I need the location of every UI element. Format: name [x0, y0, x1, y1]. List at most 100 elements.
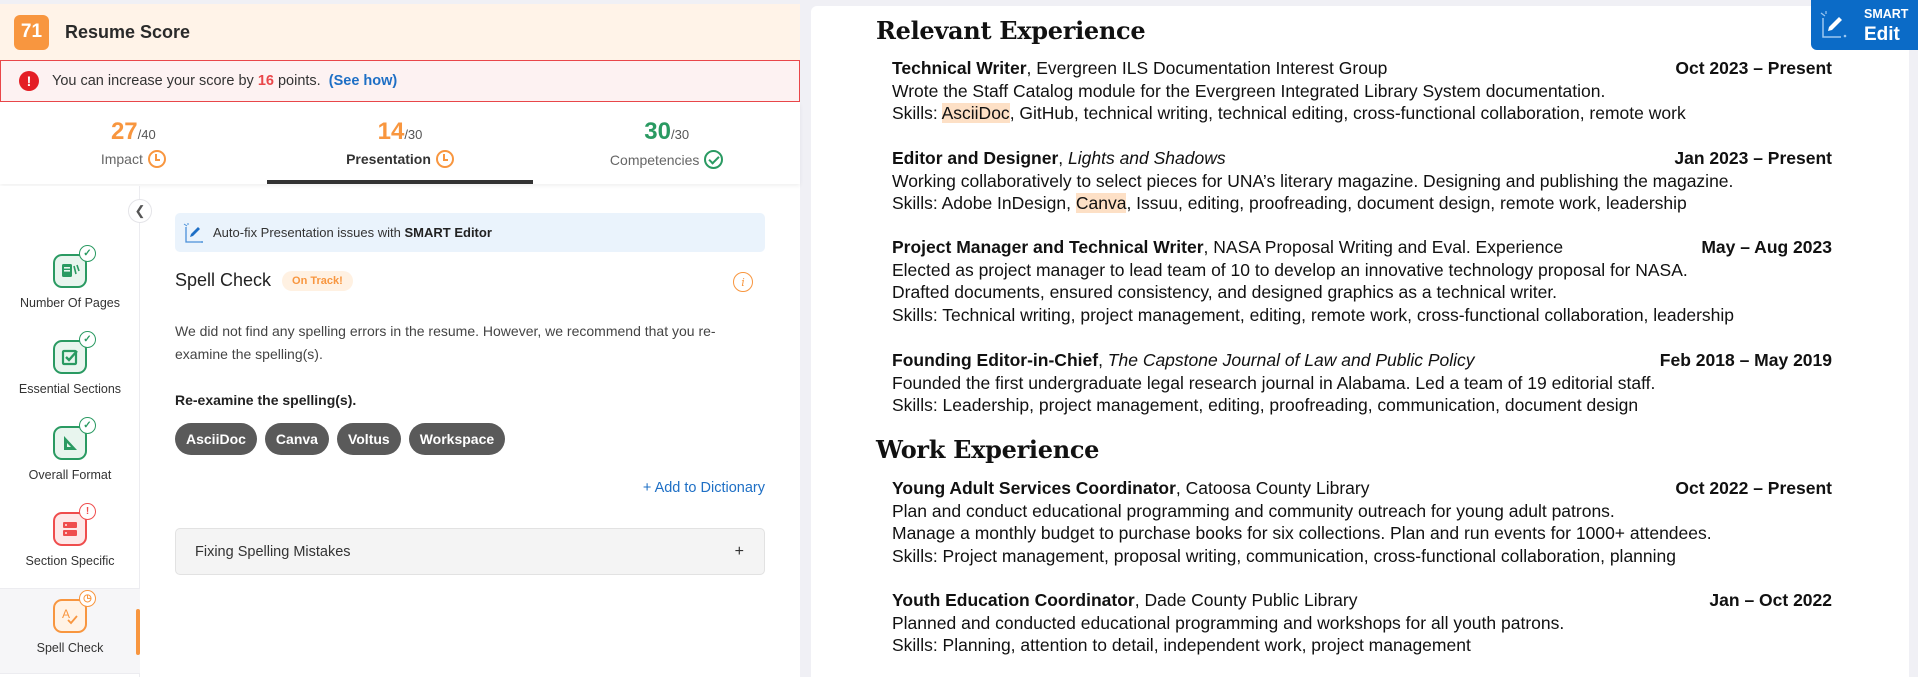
section-title: Spell Check On Track!: [175, 270, 353, 291]
entry-org-italic: The Capstone Journal of Law and Public P…: [1107, 350, 1475, 370]
entry-line: Plan and conduct educational programming…: [892, 500, 1615, 521]
check-circle-icon: [704, 150, 724, 169]
sidebar-item-essential-sections[interactable]: ✓ Essential Sections: [0, 331, 140, 426]
sidebar-item-section-specific[interactable]: ! Section Specific: [0, 503, 140, 598]
see-how-link[interactable]: (See how): [329, 73, 397, 89]
alert-text: You can increase your score by 16 points…: [52, 73, 397, 89]
fixing-spelling-accordion[interactable]: Fixing Spelling Mistakes +: [175, 528, 765, 575]
check-icon: ✓: [79, 417, 96, 434]
smart-editor-banner[interactable]: Auto-fix Presentation issues with SMART …: [175, 213, 765, 252]
resume-entry: Youth Education Coordinator, Dade County…: [892, 589, 1832, 657]
tab-label: Competencies: [609, 151, 700, 168]
alert-points: 16: [257, 73, 274, 89]
entry-line: Working collaboratively to select pieces…: [892, 170, 1734, 191]
check-sidebar: ❮ ✓ Number Of Pages ✓ Essential Sections…: [0, 186, 152, 677]
highlighted-word[interactable]: Canva: [1075, 193, 1127, 213]
word-chip[interactable]: AsciiDoc: [175, 423, 257, 455]
entry-line: Manage a monthly budget to purchase book…: [892, 523, 1712, 543]
entry-org: ,: [1098, 350, 1108, 370]
clock-icon: [147, 150, 166, 168]
skills-rest: , GitHub, technical writing, technical e…: [1009, 103, 1686, 123]
entry-org: ,: [1058, 148, 1069, 168]
entry-org: , Evergreen ILS Documentation Interest G…: [1026, 58, 1388, 78]
entry-date: Jan – Oct 2022: [1709, 590, 1832, 610]
chevron-left-icon[interactable]: ❮: [128, 199, 152, 223]
sidebar-item-label: Overall Format: [28, 468, 112, 482]
word-chip[interactable]: Voltus: [336, 423, 401, 455]
heading-relevant-experience: Relevant Experience: [876, 16, 1146, 45]
resume-entry: Project Manager and Technical Writer, NA…: [892, 236, 1832, 326]
entry-role: Founding Editor-in-Chief: [892, 350, 1099, 370]
heading-work-experience: Work Experience: [876, 435, 1100, 464]
sidebar-item-label: Section Specific: [25, 554, 115, 568]
presentation-score: 14: [377, 118, 405, 145]
entry-role: Technical Writer: [892, 58, 1027, 78]
sidebar-item-number-of-pages[interactable]: ✓ Number Of Pages: [0, 245, 140, 340]
sidebar-item-label: Spell Check: [36, 641, 104, 655]
entry-org: , NASA Proposal Writing and Eval. Experi…: [1203, 237, 1564, 257]
add-to-dictionary-link[interactable]: + Add to Dictionary: [643, 480, 765, 496]
entry-role: Editor and Designer: [892, 148, 1059, 168]
resume-entry: Founding Editor-in-Chief, The Capstone J…: [892, 349, 1832, 417]
clock-icon: [435, 150, 454, 168]
clock-icon: ◷: [79, 590, 96, 607]
alert-text-before: You can increase your score by: [52, 73, 254, 89]
smart-label: SMART: [1864, 7, 1909, 21]
entry-role: Project Manager and Technical Writer: [892, 237, 1204, 257]
entry-line: Planned and conducted educational progra…: [892, 612, 1565, 633]
tab-presentation[interactable]: 14/30 Presentation: [266, 102, 534, 184]
banner-text: Auto-fix Presentation issues with SMART …: [213, 225, 492, 240]
entry-line: Founded the first undergraduate legal re…: [892, 372, 1656, 393]
entry-line: Wrote the Staff Catalog module for the E…: [892, 80, 1606, 101]
entry-skills: Skills: Leadership, project management, …: [892, 395, 1639, 415]
sidebar-item-overall-format[interactable]: ✓ Overall Format: [0, 417, 140, 512]
word-chips: AsciiDoc Canva Voltus Workspace: [175, 423, 506, 455]
sidebar-item-spell-check[interactable]: A ◷ Spell Check: [0, 588, 140, 674]
entry-date: Oct 2022 – Present: [1675, 478, 1832, 498]
tab-impact[interactable]: 27/40 Impact: [0, 102, 267, 184]
pages-icon: ✓: [53, 245, 96, 288]
spell-check-description: We did not find any spelling errors in t…: [175, 323, 716, 362]
score-panel: 71 Resume Score ! You can increase your …: [0, 0, 800, 677]
skills-rest: , Issuu, editing, proofreading, document…: [1126, 193, 1687, 213]
word-chip[interactable]: Workspace: [408, 423, 506, 455]
sidebar-item-label: Number Of Pages: [19, 296, 121, 310]
tab-label: Presentation: [346, 151, 431, 167]
banner-text-main: Auto-fix Presentation issues with: [213, 225, 401, 240]
presentation-max: /30: [404, 127, 423, 142]
status-badge: On Track!: [282, 270, 353, 291]
entry-org: , Dade County Public Library: [1134, 590, 1358, 610]
entry-skills: Skills: Project management, proposal wri…: [892, 545, 1676, 566]
tab-label: Impact: [100, 151, 143, 167]
info-icon[interactable]: i: [733, 272, 753, 292]
section-title-text: Spell Check: [175, 270, 272, 290]
banner-text-bold: SMART Editor: [404, 225, 492, 240]
entry-date: May – Aug 2023: [1701, 237, 1832, 257]
active-indicator: [136, 609, 140, 655]
resume-entry: Editor and Designer, Lights and Shadows J…: [892, 147, 1832, 215]
score-alert: ! You can increase your score by 16 poin…: [0, 60, 800, 102]
set-square-icon: ✓: [53, 417, 96, 460]
impact-max: /40: [137, 127, 156, 142]
edit-label: Edit: [1864, 24, 1900, 45]
score-title: Resume Score: [65, 21, 191, 42]
tab-competencies[interactable]: 30/30 Competencies: [533, 102, 800, 184]
entry-date: Jan 2023 – Present: [1674, 148, 1832, 168]
entry-role: Young Adult Services Coordinator: [892, 478, 1176, 498]
word-chip[interactable]: Canva: [264, 423, 329, 455]
smart-pen-icon: [1820, 11, 1847, 38]
resume-entry: Technical Writer, Evergreen ILS Document…: [892, 57, 1832, 125]
impact-score: 27: [110, 118, 138, 145]
score-tabs: 27/40 Impact 14/30 Presentation 30/30 Co…: [0, 102, 800, 184]
check-icon: ✓: [79, 331, 96, 348]
entry-role: Youth Education Coordinator: [892, 590, 1135, 610]
entry-date: Oct 2023 – Present: [1675, 58, 1832, 78]
server-icon: !: [53, 503, 96, 546]
competencies-max: /30: [670, 127, 690, 142]
sidebar-item-label: Essential Sections: [18, 382, 122, 396]
smart-edit-button[interactable]: SMART Edit: [1811, 0, 1918, 50]
entry-skills: Skills: Adobe InDesign, Canva, Issuu, ed…: [892, 192, 1832, 215]
score-badge: 71: [14, 14, 49, 50]
entry-line: Drafted documents, ensured consistency, …: [892, 282, 1558, 302]
highlighted-word[interactable]: AsciiDoc: [941, 103, 1010, 123]
